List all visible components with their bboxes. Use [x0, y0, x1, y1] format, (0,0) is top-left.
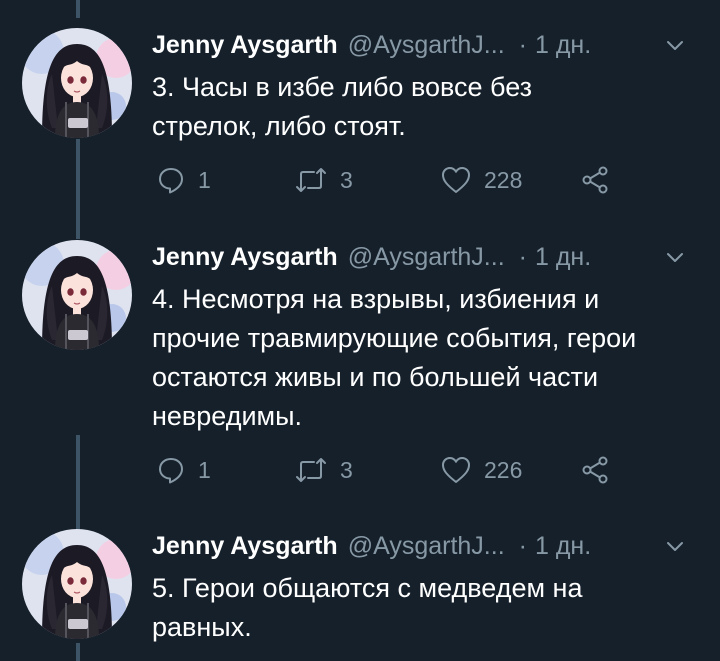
- chevron-down-icon[interactable]: [664, 246, 686, 268]
- thread-line-2: [76, 435, 80, 535]
- display-name[interactable]: Jenny Aysgarth: [152, 31, 338, 60]
- reply-button[interactable]: 1: [156, 453, 211, 487]
- avatar[interactable]: [22, 240, 132, 350]
- heart-icon: [440, 165, 472, 195]
- share-icon: [580, 455, 610, 485]
- thread-line-bottom: [76, 643, 80, 661]
- like-count: 228: [484, 166, 523, 193]
- speech-bubble-icon: [156, 165, 186, 195]
- retweet-arrows-icon: [294, 165, 328, 195]
- timestamp[interactable]: 1 дн.: [535, 532, 591, 561]
- share-button[interactable]: [580, 163, 610, 197]
- heart-icon: [440, 455, 472, 485]
- separator-dot: ·: [518, 531, 527, 560]
- share-button[interactable]: [580, 453, 610, 487]
- reply-button[interactable]: 1: [156, 163, 211, 197]
- user-handle[interactable]: @AysgarthJ...: [348, 243, 505, 272]
- chevron-down-icon[interactable]: [664, 535, 686, 557]
- like-count: 226: [484, 456, 523, 483]
- retweet-count: 3: [340, 456, 353, 483]
- thread-line-1: [76, 139, 80, 239]
- retweet-button[interactable]: 3: [294, 163, 353, 197]
- avatar[interactable]: [22, 28, 132, 138]
- tweet-text: 5. Герои общаются с медведем на равных.: [152, 573, 583, 642]
- separator-dot: ·: [518, 242, 527, 271]
- tweet-header: Jenny Aysgarth @AysgarthJ... · 1 дн.: [152, 28, 591, 62]
- reply-count: 1: [198, 166, 211, 193]
- user-handle[interactable]: @AysgarthJ...: [348, 31, 505, 60]
- retweet-button[interactable]: 3: [294, 453, 353, 487]
- avatar[interactable]: [22, 529, 132, 639]
- timestamp[interactable]: 1 дн.: [535, 243, 591, 272]
- timestamp[interactable]: 1 дн.: [535, 31, 591, 60]
- tweet-text: 3. Часы в избе либо вовсе без стрелок, л…: [152, 72, 533, 141]
- retweet-count: 3: [340, 166, 353, 193]
- display-name[interactable]: Jenny Aysgarth: [152, 243, 338, 272]
- tweet-header: Jenny Aysgarth @AysgarthJ... · 1 дн.: [152, 529, 591, 563]
- speech-bubble-icon: [156, 455, 186, 485]
- tweet-header: Jenny Aysgarth @AysgarthJ... · 1 дн.: [152, 240, 591, 274]
- like-button[interactable]: 226: [440, 453, 522, 487]
- retweet-arrows-icon: [294, 455, 328, 485]
- thread-line-top: [76, 0, 80, 18]
- user-handle[interactable]: @AysgarthJ...: [348, 532, 505, 561]
- chevron-down-icon[interactable]: [664, 34, 686, 56]
- like-button[interactable]: 228: [440, 163, 522, 197]
- reply-count: 1: [198, 456, 211, 483]
- separator-dot: ·: [518, 30, 527, 59]
- display-name[interactable]: Jenny Aysgarth: [152, 532, 338, 561]
- tweet-text: 4. Несмотря на взрывы, избиения и прочие…: [152, 284, 637, 431]
- share-icon: [580, 165, 610, 195]
